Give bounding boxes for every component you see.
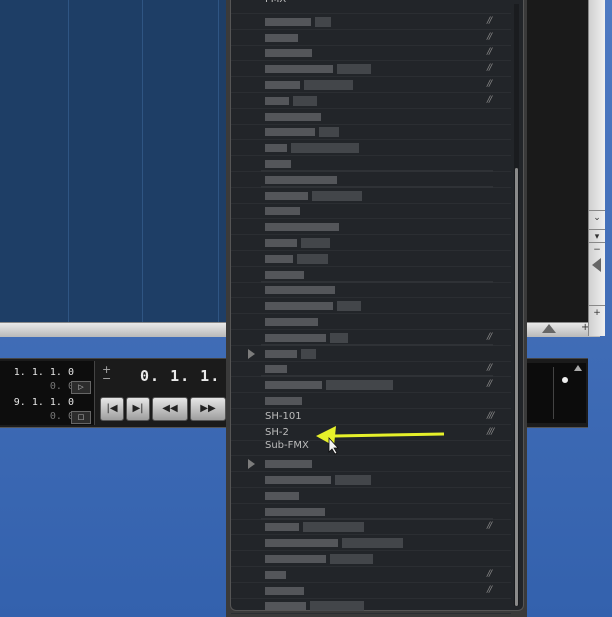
- annotation-arrow: [316, 426, 445, 455]
- arrow-shaft: [333, 432, 445, 438]
